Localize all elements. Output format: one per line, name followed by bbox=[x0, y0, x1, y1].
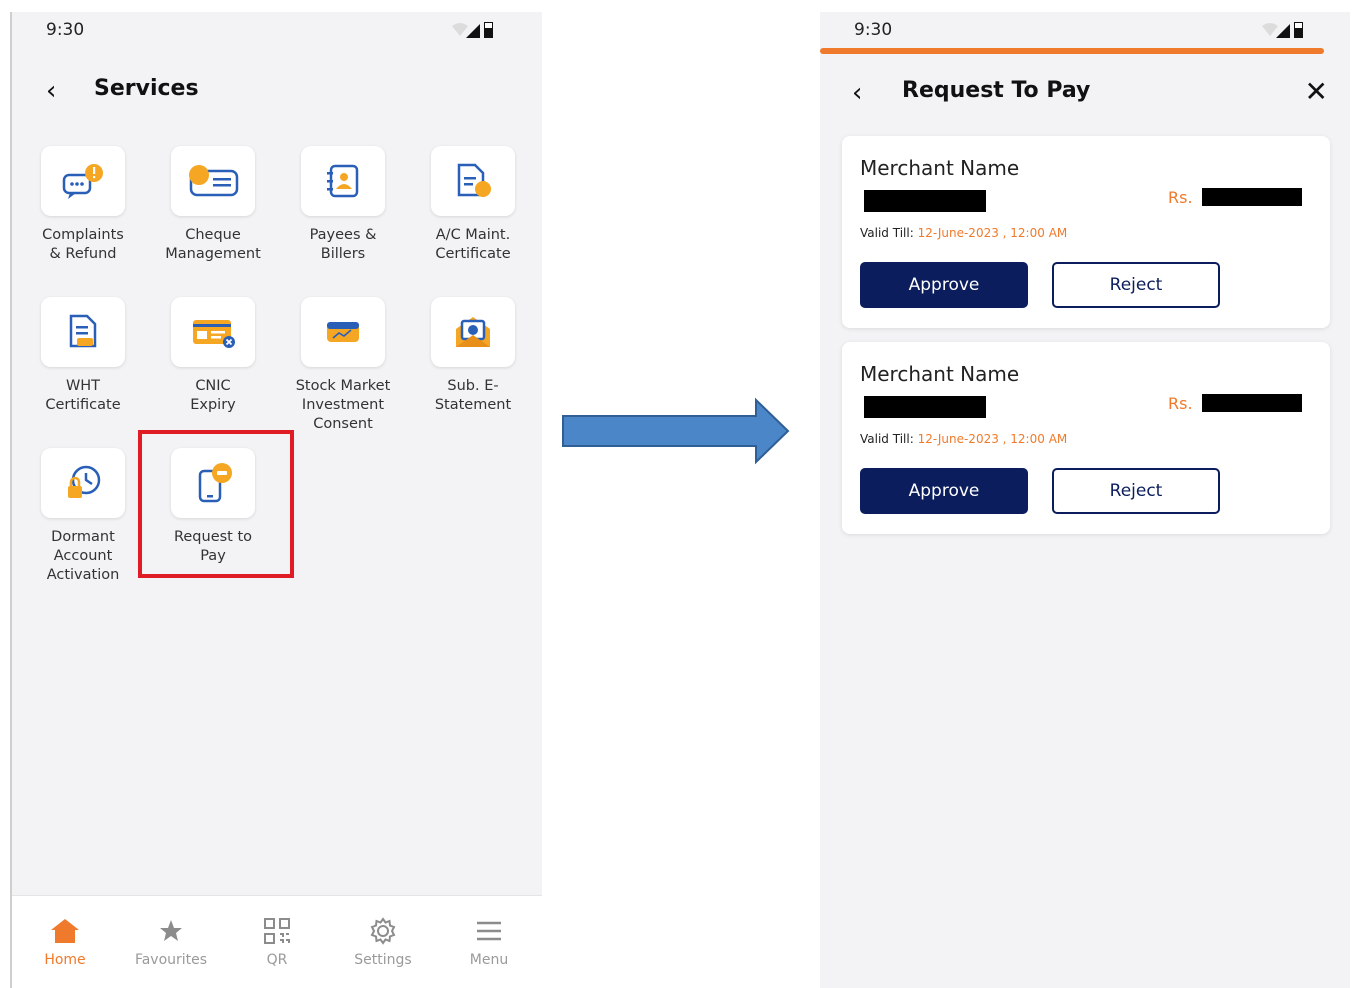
status-time: 9:30 bbox=[854, 20, 893, 40]
star-icon bbox=[118, 916, 224, 946]
service-label: Cheque Management bbox=[165, 227, 261, 262]
service-label: CNIC Expiry bbox=[190, 378, 236, 413]
nav-favourites[interactable]: Favourites bbox=[118, 916, 224, 968]
service-sub-e-statement[interactable]: Sub. E- Statement bbox=[408, 297, 538, 415]
valid-till-label: Valid Till: bbox=[860, 432, 914, 446]
nav-label: Home bbox=[44, 952, 86, 968]
page-title: Request To Pay bbox=[902, 78, 1091, 103]
request-to-pay-screen: 9:30 ‹ Request To Pay ✕ Merchant Name Rs… bbox=[820, 12, 1350, 988]
email-statement-icon bbox=[431, 297, 515, 367]
stock-chart-icon bbox=[301, 297, 385, 367]
page-title: Services bbox=[94, 76, 199, 101]
complaint-chat-icon bbox=[41, 146, 125, 216]
service-cheque-management[interactable]: Cheque Management bbox=[148, 146, 278, 264]
redacted-merchant-name bbox=[864, 190, 986, 212]
hamburger-menu-icon bbox=[436, 916, 542, 946]
nav-label: Settings bbox=[354, 952, 412, 968]
service-label: Sub. E- Statement bbox=[434, 378, 512, 413]
service-wht-certificate[interactable]: WHT Certificate bbox=[18, 297, 148, 415]
valid-till-date: 12-June-2023 , 12:00 AM bbox=[917, 432, 1068, 446]
dormant-lock-clock-icon bbox=[41, 448, 125, 518]
progress-line bbox=[820, 48, 1324, 54]
valid-till: Valid Till: 12-June-2023 , 12:00 AM bbox=[860, 226, 1067, 240]
nav-label: Menu bbox=[469, 952, 509, 968]
nav-qr[interactable]: QR bbox=[224, 916, 330, 968]
flow-arrow-icon bbox=[562, 397, 790, 465]
services-screen: 9:30 ‹ Services Complaints & Refund Cheq… bbox=[10, 12, 542, 988]
nav-menu[interactable]: Menu bbox=[436, 916, 542, 968]
service-label: Stock Market Investment Consent bbox=[295, 378, 391, 432]
service-payees-billers[interactable]: Payees & Billers bbox=[278, 146, 408, 264]
id-card-icon bbox=[171, 297, 255, 367]
approve-button[interactable]: Approve bbox=[860, 468, 1028, 514]
cheque-icon bbox=[171, 146, 255, 216]
valid-till-date: 12-June-2023 , 12:00 AM bbox=[917, 226, 1068, 240]
nav-label: QR bbox=[266, 952, 288, 968]
approve-button[interactable]: Approve bbox=[860, 262, 1028, 308]
back-button[interactable]: ‹ bbox=[852, 80, 862, 106]
service-label: Dormant Account Activation bbox=[46, 529, 120, 583]
reject-button[interactable]: Reject bbox=[1052, 468, 1220, 514]
close-icon[interactable]: ✕ bbox=[1305, 78, 1328, 106]
back-button[interactable]: ‹ bbox=[46, 78, 56, 104]
valid-till: Valid Till: 12-June-2023 , 12:00 AM bbox=[860, 432, 1067, 446]
currency-label: Rs. bbox=[1168, 188, 1193, 207]
status-time: 9:30 bbox=[46, 20, 85, 40]
merchant-name-label: Merchant Name bbox=[860, 156, 1020, 180]
request-to-pay-highlight bbox=[138, 430, 294, 578]
service-cnic-expiry[interactable]: CNIC Expiry bbox=[148, 297, 278, 415]
qr-code-icon bbox=[224, 916, 330, 946]
signal-battery-icon bbox=[452, 22, 493, 38]
service-ac-maint-certificate[interactable]: A/C Maint. Certificate bbox=[408, 146, 538, 264]
request-card: Merchant Name Rs. Valid Till: 12-June-20… bbox=[842, 342, 1330, 534]
service-label: WHT Certificate bbox=[45, 378, 121, 413]
reject-button[interactable]: Reject bbox=[1052, 262, 1220, 308]
request-card: Merchant Name Rs. Valid Till: 12-June-20… bbox=[842, 136, 1330, 328]
currency-label: Rs. bbox=[1168, 394, 1193, 413]
gear-icon bbox=[330, 916, 436, 946]
redacted-amount bbox=[1202, 188, 1302, 206]
merchant-name-label: Merchant Name bbox=[860, 362, 1020, 386]
redacted-merchant-name bbox=[864, 396, 986, 418]
service-dormant-account-activation[interactable]: Dormant Account Activation bbox=[18, 448, 148, 585]
valid-till-label: Valid Till: bbox=[860, 226, 914, 240]
nav-label: Favourites bbox=[134, 952, 208, 968]
bottom-navigation: Home Favourites QR Settings Menu bbox=[12, 895, 542, 988]
tax-document-icon bbox=[41, 297, 125, 367]
nav-home[interactable]: Home bbox=[12, 916, 118, 968]
signal-battery-icon bbox=[1262, 22, 1303, 38]
payee-contact-icon bbox=[301, 146, 385, 216]
service-stock-market-consent[interactable]: Stock Market Investment Consent bbox=[278, 297, 408, 434]
redacted-amount bbox=[1202, 394, 1302, 412]
service-label: Payees & Billers bbox=[309, 227, 377, 262]
certificate-document-icon bbox=[431, 146, 515, 216]
nav-settings[interactable]: Settings bbox=[330, 916, 436, 968]
service-complaints-refund[interactable]: Complaints & Refund bbox=[18, 146, 148, 264]
service-label: Complaints & Refund bbox=[42, 227, 124, 262]
service-label: A/C Maint. Certificate bbox=[435, 227, 511, 262]
home-icon bbox=[12, 916, 118, 946]
